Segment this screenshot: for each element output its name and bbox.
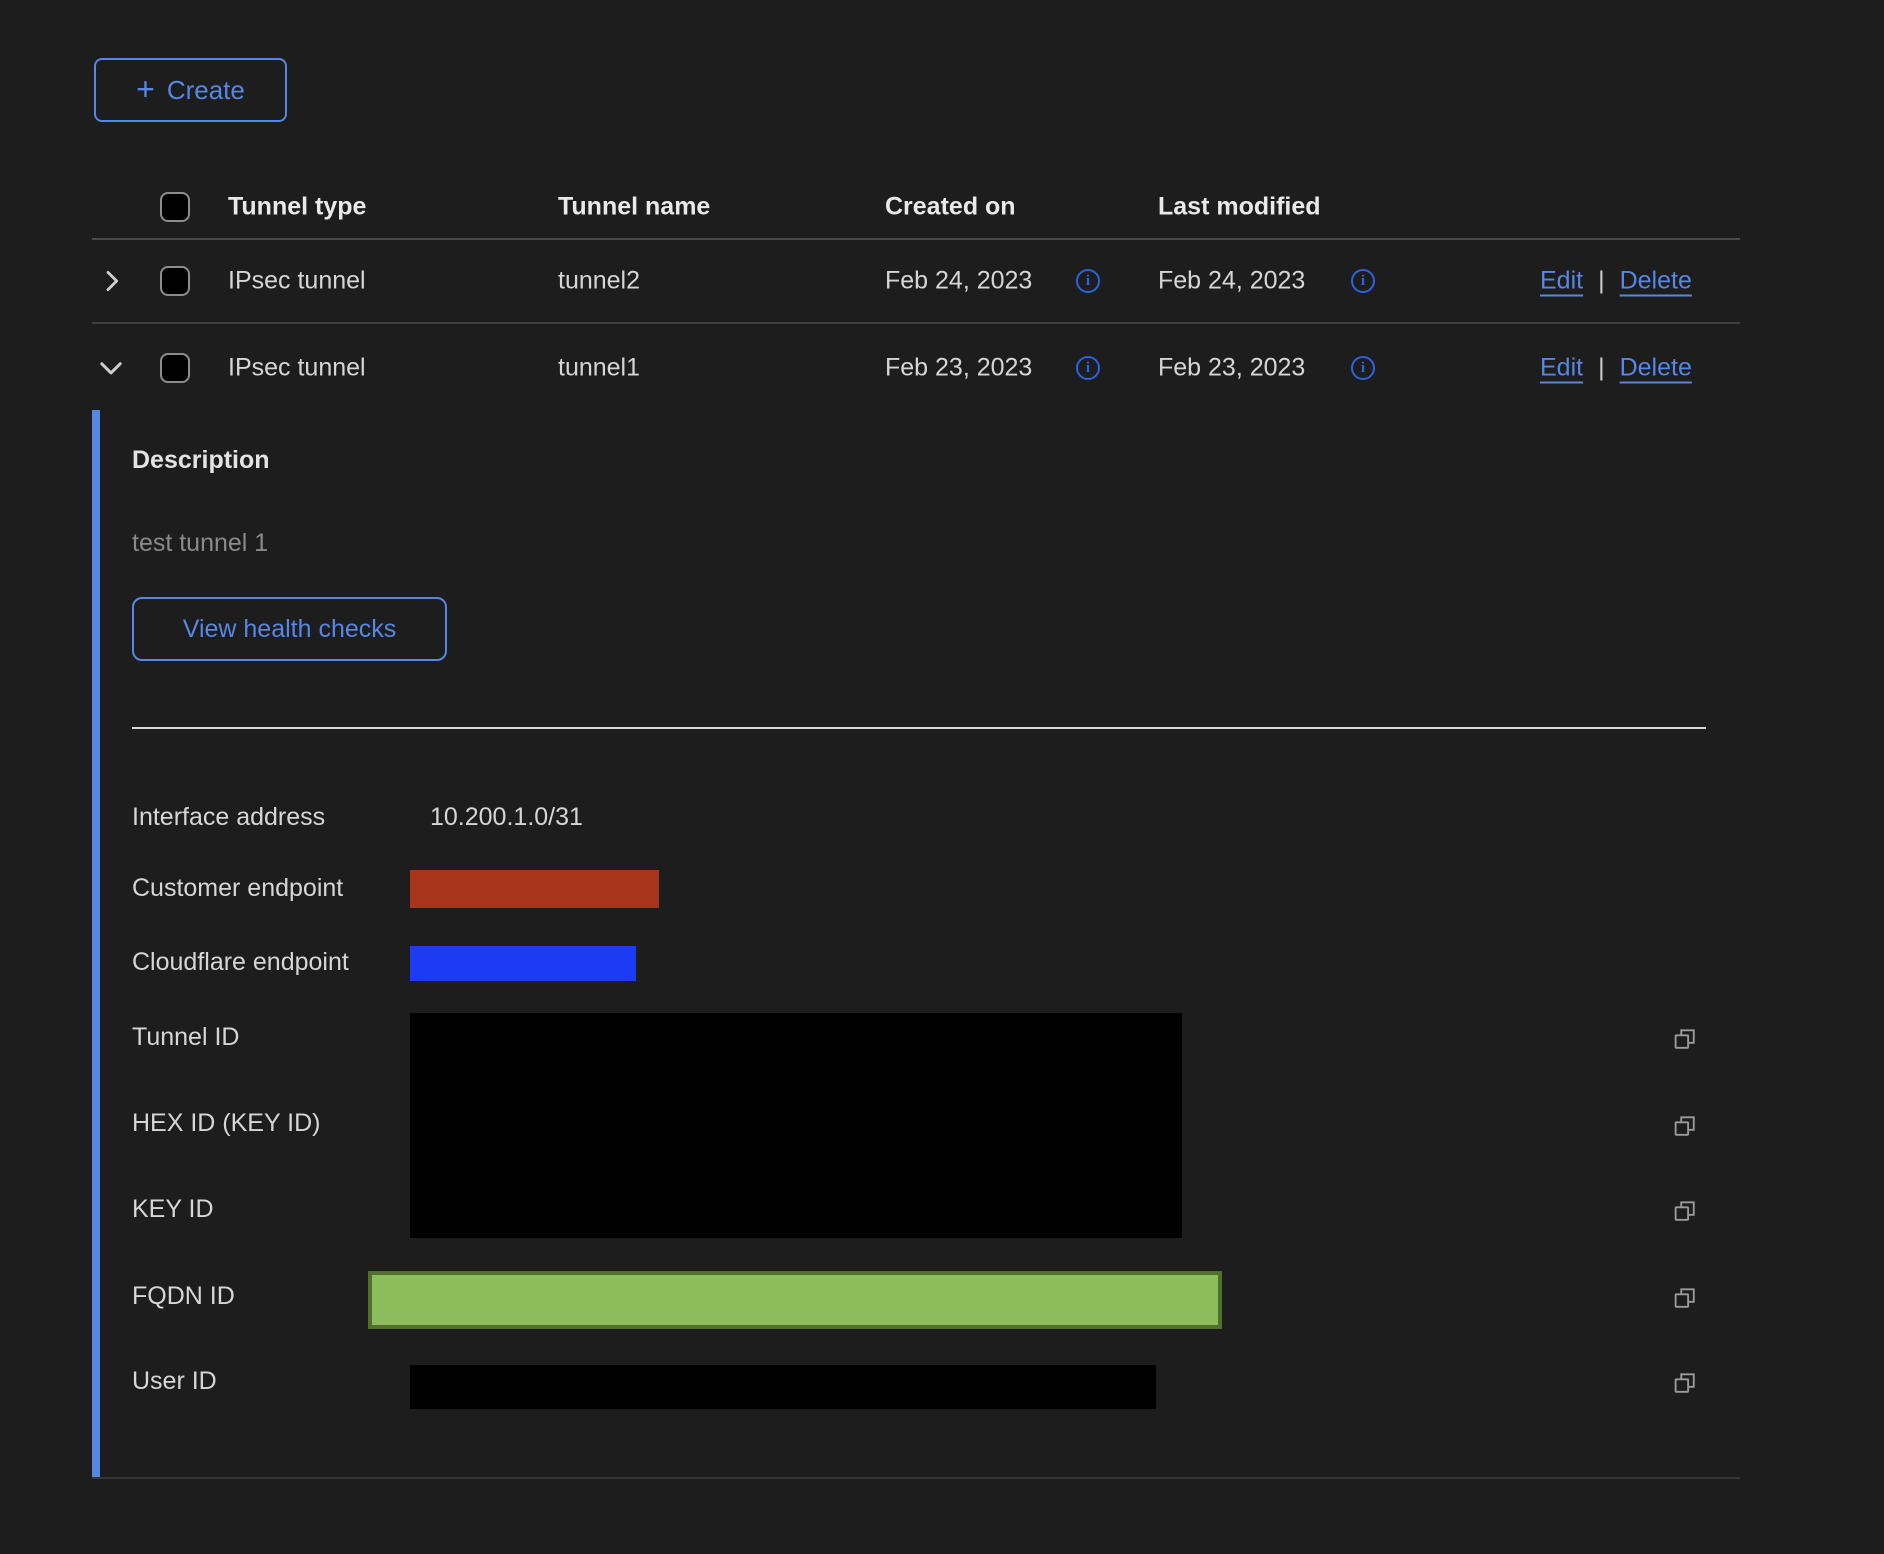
row-checkbox[interactable] [160, 353, 190, 383]
table-header: Tunnel type Tunnel name Created on Last … [92, 176, 1740, 240]
tunnel-id-label: Tunnel ID [132, 1023, 239, 1052]
created-on-cell: Feb 23, 2023 [885, 354, 1032, 383]
fqdn-id-label: FQDN ID [132, 1282, 235, 1311]
create-button[interactable]: + Create [94, 58, 287, 122]
ipsec-tunnels-page: + Create Tunnel type Tunnel name Created… [0, 0, 1884, 1554]
copy-icon[interactable] [1670, 1368, 1700, 1398]
chevron-down-icon[interactable] [94, 351, 128, 385]
user-id-label: User ID [132, 1367, 217, 1396]
info-icon[interactable] [1351, 356, 1375, 380]
select-all-checkbox[interactable] [160, 192, 190, 222]
description-value: test tunnel 1 [132, 529, 268, 558]
copy-icon[interactable] [1670, 1111, 1700, 1141]
row-actions: Edit | Delete [1540, 354, 1692, 383]
row-actions: Edit | Delete [1540, 267, 1692, 296]
description-label: Description [132, 446, 270, 475]
last-modified-cell: Feb 23, 2023 [1158, 354, 1305, 383]
table-row-tunnel2: IPsec tunnel tunnel2 Feb 24, 2023 Feb 24… [92, 240, 1740, 324]
expanded-row-bottom-divider [92, 1477, 1740, 1479]
create-button-label: Create [167, 75, 245, 106]
view-health-checks-button[interactable]: View health checks [132, 597, 447, 661]
section-divider [132, 727, 1706, 729]
hex-id-label: HEX ID (KEY ID) [132, 1109, 320, 1138]
info-icon[interactable] [1076, 356, 1100, 380]
header-created-on: Created on [885, 193, 1016, 222]
copy-icon[interactable] [1670, 1283, 1700, 1313]
delete-link[interactable]: Delete [1620, 267, 1692, 296]
header-tunnel-name: Tunnel name [558, 193, 710, 222]
row-checkbox[interactable] [160, 266, 190, 296]
customer-endpoint-label: Customer endpoint [132, 874, 343, 903]
delete-link[interactable]: Delete [1620, 354, 1692, 383]
interface-address-value: 10.200.1.0/31 [430, 803, 583, 832]
info-icon[interactable] [1076, 269, 1100, 293]
copy-icon[interactable] [1670, 1024, 1700, 1054]
cloudflare-endpoint-label: Cloudflare endpoint [132, 948, 349, 977]
tunnel-name-cell: tunnel2 [558, 267, 640, 296]
plus-icon: + [136, 73, 155, 105]
action-separator: | [1598, 354, 1605, 383]
tunnel-type-cell: IPsec tunnel [228, 354, 366, 383]
created-on-cell: Feb 24, 2023 [885, 267, 1032, 296]
customer-endpoint-redacted-value [410, 870, 659, 908]
info-icon[interactable] [1351, 269, 1375, 293]
edit-link[interactable]: Edit [1540, 354, 1583, 383]
edit-link[interactable]: Edit [1540, 267, 1583, 296]
fqdn-id-redacted-value [368, 1271, 1222, 1329]
header-last-modified: Last modified [1158, 193, 1321, 222]
table-row-tunnel1: IPsec tunnel tunnel1 Feb 23, 2023 Feb 23… [92, 326, 1740, 410]
view-health-checks-label: View health checks [183, 615, 397, 644]
user-id-redacted-value [410, 1365, 1156, 1409]
last-modified-cell: Feb 24, 2023 [1158, 267, 1305, 296]
expanded-row-accent-bar [92, 410, 100, 1478]
key-id-label: KEY ID [132, 1195, 214, 1224]
chevron-right-icon[interactable] [96, 265, 128, 297]
tunnel-type-cell: IPsec tunnel [228, 267, 366, 296]
cloudflare-endpoint-redacted-value [410, 946, 636, 981]
copy-icon[interactable] [1670, 1196, 1700, 1226]
tunnel-hex-key-id-redacted-values [410, 1013, 1182, 1238]
interface-address-label: Interface address [132, 803, 325, 832]
tunnel-name-cell: tunnel1 [558, 354, 640, 383]
action-separator: | [1598, 267, 1605, 296]
header-tunnel-type: Tunnel type [228, 193, 366, 222]
